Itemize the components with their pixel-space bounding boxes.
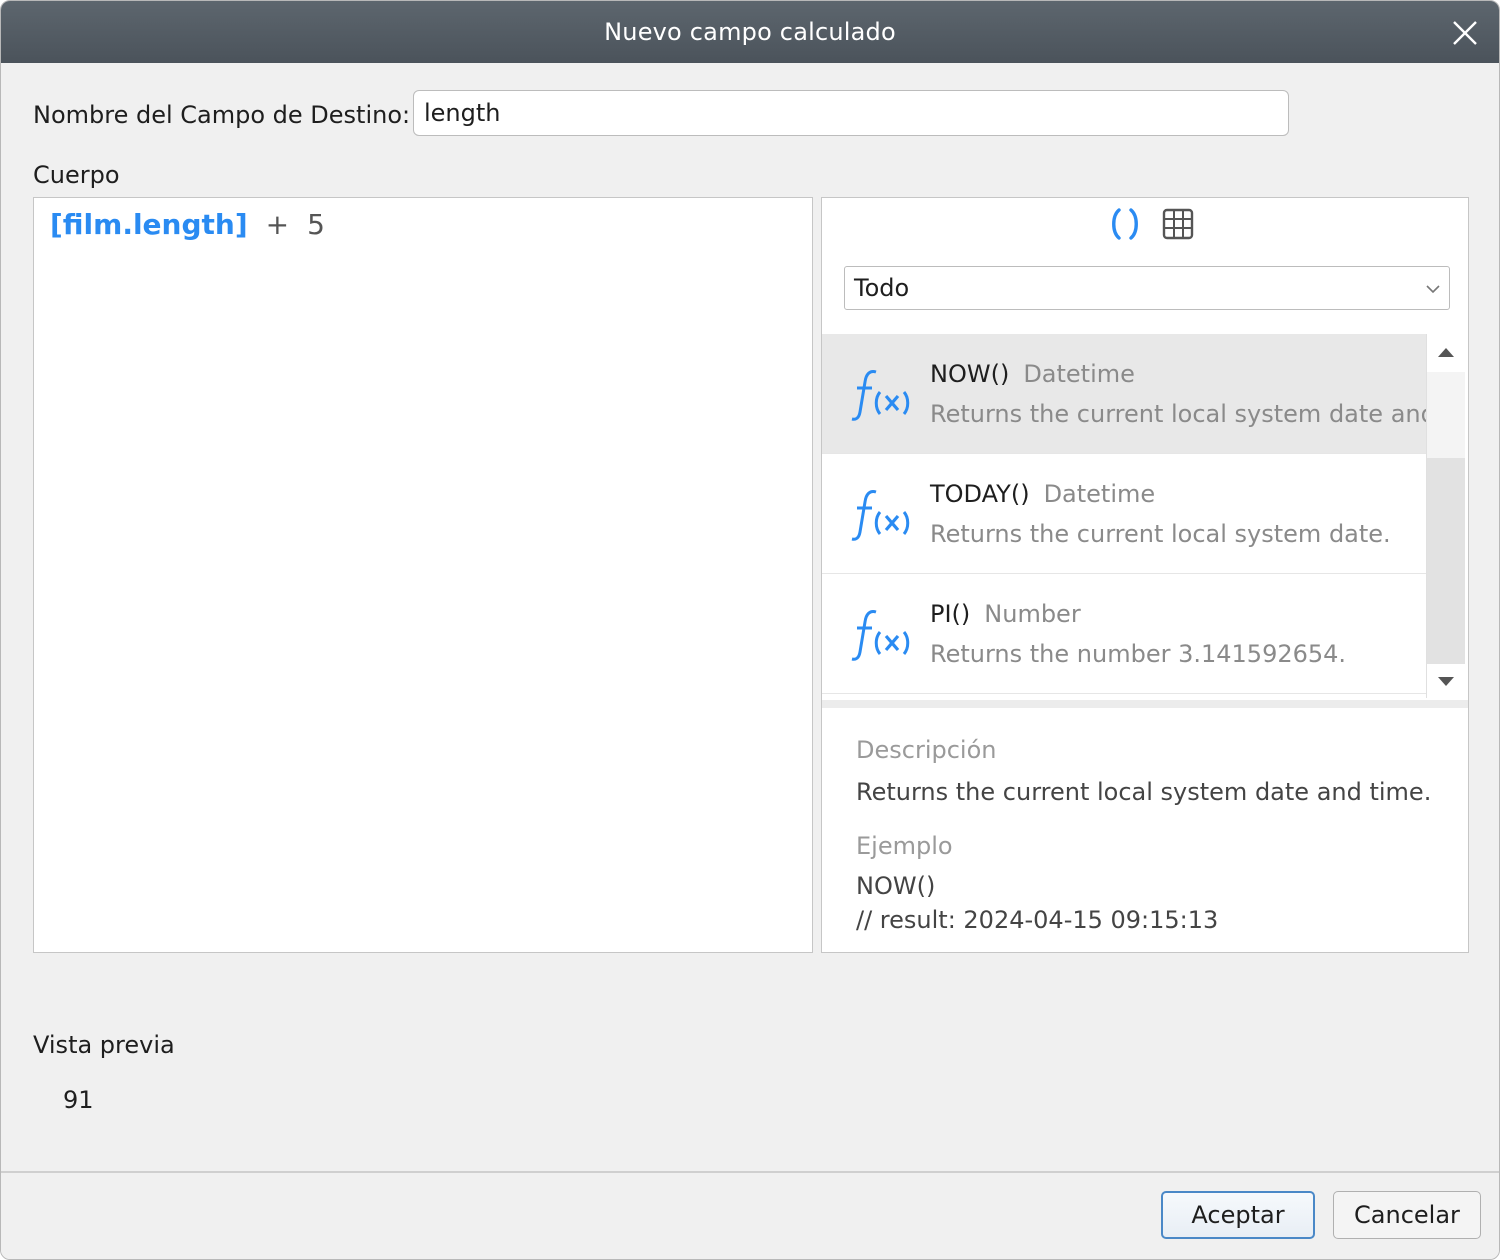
expression-field-token: [film.length] [50,208,248,241]
function-item-pi[interactable]: PI() Number Returns the number 3.14159265… [822,574,1426,694]
scroll-up-button[interactable] [1427,334,1465,372]
cancel-button[interactable]: Cancelar [1333,1191,1481,1239]
function-description: Returns the current local system date an… [930,400,1460,428]
function-type: Datetime [1043,480,1156,508]
function-panel: Todo NOW() Datetime Returns the current l… [821,197,1469,953]
function-mode-button[interactable] [1107,206,1143,242]
function-icon [851,490,910,541]
chevron-down-icon [1426,285,1440,294]
example-heading: Ejemplo [856,832,953,860]
function-name: TODAY() [930,480,1030,508]
calculated-field-dialog: Nuevo campo calculado Nombre del Campo d… [0,0,1500,1260]
accept-button[interactable]: Aceptar [1161,1191,1315,1239]
function-description: Returns the number 3.141592654. [930,640,1347,668]
description-heading: Descripción [856,736,997,764]
function-name: NOW() [930,360,1010,388]
preview-value: 91 [63,1086,94,1114]
expression-operator: + [265,208,290,241]
function-name: PI() [930,600,971,628]
function-icon [851,370,910,421]
function-mode-icon [1112,208,1138,240]
function-item-now[interactable]: NOW() Datetime Returns the current local … [822,334,1460,454]
expression-editor[interactable]: [film.length] +5 [33,197,813,953]
preview-label: Vista previa [33,1031,175,1059]
body-label: Cuerpo [33,161,120,189]
target-field-label: Nombre del Campo de Destino: [33,101,411,129]
function-type: Datetime [1023,360,1135,388]
list-divider [822,700,1468,708]
description-text: Returns the current local system date an… [856,778,1432,806]
function-list: NOW() Datetime Returns the current local … [822,334,1468,698]
example-result: // result: 2024-04-15 09:15:13 [856,906,1219,934]
window-title: Nuevo campo calculado [604,18,896,46]
function-item-today[interactable]: TODAY() Datetime Returns the current loca… [822,454,1426,574]
target-field-input[interactable] [413,90,1289,136]
function-description: Returns the current local system date. [930,520,1391,548]
table-mode-icon [1162,208,1194,240]
function-list-scrollbar[interactable] [1426,334,1465,698]
category-select-value: Todo [854,274,910,302]
function-icon [851,610,910,661]
close-icon [1453,21,1477,45]
table-mode-button[interactable] [1160,206,1196,242]
category-select[interactable]: Todo [844,266,1450,310]
arrow-down-icon [1438,677,1454,686]
expression-number: 5 [307,208,325,241]
scroll-thumb[interactable] [1427,458,1465,664]
expression: [film.length] +5 [50,208,325,241]
close-button[interactable] [1445,13,1485,53]
arrow-up-icon [1438,348,1454,357]
example-code: NOW() [856,872,936,900]
scroll-down-button[interactable] [1427,664,1465,698]
title-bar: Nuevo campo calculado [1,1,1499,63]
function-type: Number [984,600,1081,628]
